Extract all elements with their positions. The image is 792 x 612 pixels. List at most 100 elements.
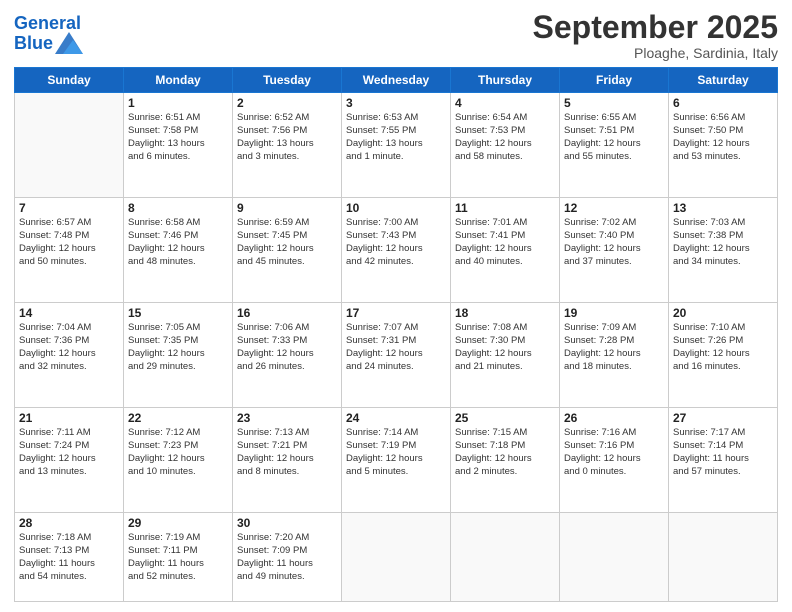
day-number: 26 xyxy=(564,411,664,425)
day-info: Sunrise: 7:20 AMSunset: 7:09 PMDaylight:… xyxy=(237,532,337,583)
calendar-cell: 12Sunrise: 7:02 AMSunset: 7:40 PMDayligh… xyxy=(560,198,669,303)
day-info: Sunrise: 7:00 AMSunset: 7:43 PMDaylight:… xyxy=(346,217,446,268)
calendar-cell: 7 Sunrise: 6:57 AMSunset: 7:48 PMDaylight… xyxy=(15,198,124,303)
calendar-cell: 28 Sunrise: 7:18 AMSunset: 7:13 PMDayligh… xyxy=(15,513,124,602)
page: General Blue September 2025 Ploaghe, Sar… xyxy=(0,0,792,612)
day-number: 17 xyxy=(346,306,446,320)
calendar-cell: 18 Sunrise: 7:08 AMSunset: 7:30 PMDayligh… xyxy=(451,303,560,408)
day-info: Sunrise: 6:56 AMSunset: 7:50 PMDaylight:… xyxy=(673,112,773,163)
day-info: Sunrise: 7:12 AMSunset: 7:23 PMDaylight:… xyxy=(128,427,228,478)
calendar-cell: 22 Sunrise: 7:12 AMSunset: 7:23 PMDayligh… xyxy=(124,408,233,513)
day-info: Sunrise: 7:01 AMSunset: 7:41 PMDaylight:… xyxy=(455,217,555,268)
day-number: 2 xyxy=(237,96,337,110)
calendar-cell: 1Sunrise: 6:51 AMSunset: 7:58 PMDaylight… xyxy=(124,93,233,198)
day-info: Sunrise: 6:55 AMSunset: 7:51 PMDaylight:… xyxy=(564,112,664,163)
calendar-cell: 10 Sunrise: 7:00 AMSunset: 7:43 PMDayligh… xyxy=(342,198,451,303)
day-info: Sunrise: 7:11 AMSunset: 7:24 PMDaylight:… xyxy=(19,427,119,478)
day-info: Sunrise: 7:03 AMSunset: 7:38 PMDaylight:… xyxy=(673,217,773,268)
day-info: Sunrise: 7:17 AMSunset: 7:14 PMDaylight:… xyxy=(673,427,773,478)
day-info: Sunrise: 7:09 AMSunset: 7:28 PMDaylight:… xyxy=(564,322,664,373)
day-info: Sunrise: 7:10 AMSunset: 7:26 PMDaylight:… xyxy=(673,322,773,373)
day-number: 20 xyxy=(673,306,773,320)
day-number: 11 xyxy=(455,201,555,215)
day-info: Sunrise: 7:08 AMSunset: 7:30 PMDaylight:… xyxy=(455,322,555,373)
day-number: 5 xyxy=(564,96,664,110)
calendar-cell: 11 Sunrise: 7:01 AMSunset: 7:41 PMDayligh… xyxy=(451,198,560,303)
calendar-cell xyxy=(560,513,669,602)
calendar-cell: 23Sunrise: 7:13 AMSunset: 7:21 PMDayligh… xyxy=(233,408,342,513)
calendar-cell: 9 Sunrise: 6:59 AMSunset: 7:45 PMDaylight… xyxy=(233,198,342,303)
day-number: 21 xyxy=(19,411,119,425)
day-number: 7 xyxy=(19,201,119,215)
logo-icon xyxy=(55,32,83,54)
calendar-cell: 20 Sunrise: 7:10 AMSunset: 7:26 PMDayligh… xyxy=(669,303,778,408)
day-number: 30 xyxy=(237,516,337,530)
day-number: 29 xyxy=(128,516,228,530)
weekday-header: Sunday xyxy=(15,68,124,93)
day-info: Sunrise: 7:18 AMSunset: 7:13 PMDaylight:… xyxy=(19,532,119,583)
day-number: 23 xyxy=(237,411,337,425)
logo: General Blue xyxy=(14,14,83,54)
day-info: Sunrise: 6:51 AMSunset: 7:58 PMDaylight:… xyxy=(128,112,228,163)
day-number: 6 xyxy=(673,96,773,110)
calendar-cell: 30 Sunrise: 7:20 AMSunset: 7:09 PMDayligh… xyxy=(233,513,342,602)
day-info: Sunrise: 7:02 AMSunset: 7:40 PMDaylight:… xyxy=(564,217,664,268)
month-title: September 2025 xyxy=(533,10,778,45)
day-number: 14 xyxy=(19,306,119,320)
calendar-cell: 8 Sunrise: 6:58 AMSunset: 7:46 PMDaylight… xyxy=(124,198,233,303)
calendar-cell: 29Sunrise: 7:19 AMSunset: 7:11 PMDayligh… xyxy=(124,513,233,602)
day-info: Sunrise: 6:57 AMSunset: 7:48 PMDaylight:… xyxy=(19,217,119,268)
day-number: 13 xyxy=(673,201,773,215)
day-info: Sunrise: 6:58 AMSunset: 7:46 PMDaylight:… xyxy=(128,217,228,268)
calendar-cell: 24 Sunrise: 7:14 AMSunset: 7:19 PMDayligh… xyxy=(342,408,451,513)
weekday-header: Wednesday xyxy=(342,68,451,93)
calendar-cell xyxy=(15,93,124,198)
weekday-header: Tuesday xyxy=(233,68,342,93)
calendar-cell: 27 Sunrise: 7:17 AMSunset: 7:14 PMDayligh… xyxy=(669,408,778,513)
day-number: 19 xyxy=(564,306,664,320)
calendar-cell: 2 Sunrise: 6:52 AMSunset: 7:56 PMDaylight… xyxy=(233,93,342,198)
weekday-header: Thursday xyxy=(451,68,560,93)
day-info: Sunrise: 7:07 AMSunset: 7:31 PMDaylight:… xyxy=(346,322,446,373)
calendar-table: SundayMondayTuesdayWednesdayThursdayFrid… xyxy=(14,67,778,602)
day-info: Sunrise: 6:53 AMSunset: 7:55 PMDaylight:… xyxy=(346,112,446,163)
calendar-cell: 26 Sunrise: 7:16 AMSunset: 7:16 PMDayligh… xyxy=(560,408,669,513)
logo-general: General xyxy=(14,13,81,33)
calendar-cell: 14 Sunrise: 7:04 AMSunset: 7:36 PMDayligh… xyxy=(15,303,124,408)
day-info: Sunrise: 6:59 AMSunset: 7:45 PMDaylight:… xyxy=(237,217,337,268)
calendar-cell: 21 Sunrise: 7:11 AMSunset: 7:24 PMDayligh… xyxy=(15,408,124,513)
title-block: September 2025 Ploaghe, Sardinia, Italy xyxy=(533,10,778,61)
day-number: 10 xyxy=(346,201,446,215)
header: General Blue September 2025 Ploaghe, Sar… xyxy=(14,10,778,61)
weekday-header: Saturday xyxy=(669,68,778,93)
calendar-cell: 16Sunrise: 7:06 AMSunset: 7:33 PMDayligh… xyxy=(233,303,342,408)
day-number: 8 xyxy=(128,201,228,215)
calendar-cell: 15Sunrise: 7:05 AMSunset: 7:35 PMDayligh… xyxy=(124,303,233,408)
calendar-cell: 19 Sunrise: 7:09 AMSunset: 7:28 PMDayligh… xyxy=(560,303,669,408)
calendar-cell: 4 Sunrise: 6:54 AMSunset: 7:53 PMDaylight… xyxy=(451,93,560,198)
calendar-cell: 6 Sunrise: 6:56 AMSunset: 7:50 PMDaylight… xyxy=(669,93,778,198)
calendar-cell: 17 Sunrise: 7:07 AMSunset: 7:31 PMDayligh… xyxy=(342,303,451,408)
day-number: 27 xyxy=(673,411,773,425)
day-info: Sunrise: 6:54 AMSunset: 7:53 PMDaylight:… xyxy=(455,112,555,163)
day-number: 4 xyxy=(455,96,555,110)
calendar-cell: 5 Sunrise: 6:55 AMSunset: 7:51 PMDaylight… xyxy=(560,93,669,198)
calendar-cell xyxy=(342,513,451,602)
day-info: Sunrise: 7:15 AMSunset: 7:18 PMDaylight:… xyxy=(455,427,555,478)
day-info: Sunrise: 7:14 AMSunset: 7:19 PMDaylight:… xyxy=(346,427,446,478)
day-number: 9 xyxy=(237,201,337,215)
day-number: 24 xyxy=(346,411,446,425)
day-number: 15 xyxy=(128,306,228,320)
calendar-cell: 25 Sunrise: 7:15 AMSunset: 7:18 PMDayligh… xyxy=(451,408,560,513)
calendar-cell: 13 Sunrise: 7:03 AMSunset: 7:38 PMDayligh… xyxy=(669,198,778,303)
day-info: Sunrise: 7:04 AMSunset: 7:36 PMDaylight:… xyxy=(19,322,119,373)
day-number: 3 xyxy=(346,96,446,110)
day-number: 22 xyxy=(128,411,228,425)
day-number: 18 xyxy=(455,306,555,320)
logo-blue: Blue xyxy=(14,34,53,54)
calendar-cell xyxy=(451,513,560,602)
day-info: Sunrise: 6:52 AMSunset: 7:56 PMDaylight:… xyxy=(237,112,337,163)
day-number: 25 xyxy=(455,411,555,425)
day-number: 28 xyxy=(19,516,119,530)
day-info: Sunrise: 7:16 AMSunset: 7:16 PMDaylight:… xyxy=(564,427,664,478)
